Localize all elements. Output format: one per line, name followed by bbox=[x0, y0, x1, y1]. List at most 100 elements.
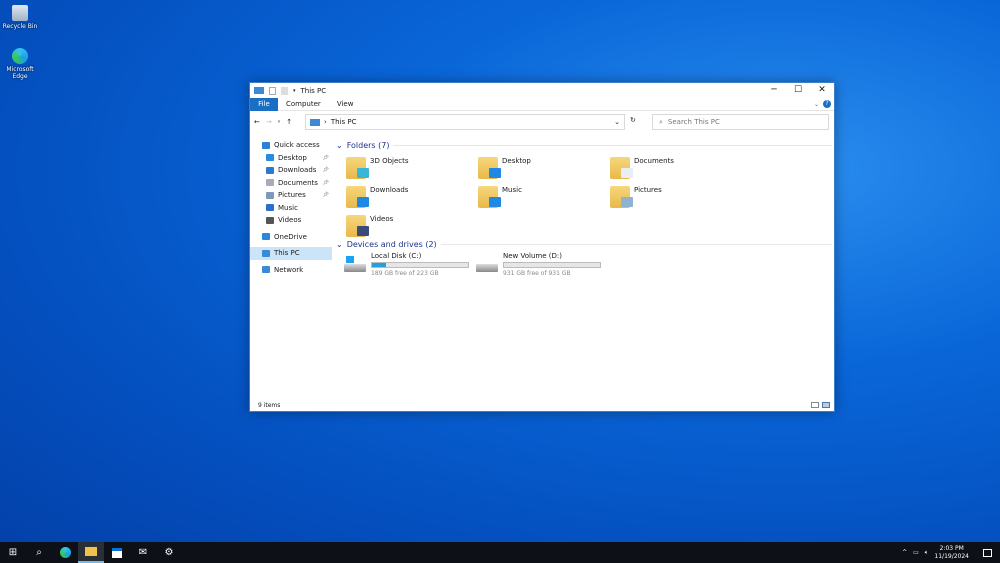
nav-item-label: Quick access bbox=[274, 141, 320, 150]
up-button[interactable]: ↑ bbox=[286, 118, 292, 126]
folder-icon bbox=[346, 215, 369, 237]
maximize-button[interactable]: ☐ bbox=[786, 83, 810, 98]
desktop-icon-edge[interactable]: Microsoft Edge bbox=[0, 48, 40, 80]
nav-item-network[interactable]: Network bbox=[250, 264, 332, 277]
tab-view[interactable]: View bbox=[329, 98, 362, 111]
navigation-pane: Quick access Desktop 📌︎ Downloads 📌︎ Document… bbox=[250, 139, 332, 401]
nav-item-music[interactable]: Music bbox=[250, 202, 332, 215]
customize-qat-icon[interactable]: ▾ bbox=[293, 88, 296, 94]
pin-icon[interactable]: 📌︎ bbox=[323, 155, 329, 161]
minimize-button[interactable]: ─ bbox=[762, 83, 786, 98]
help-icon[interactable]: ? bbox=[823, 100, 831, 108]
hard-drive-icon bbox=[476, 256, 498, 272]
address-bar[interactable]: › This PC ⌄ bbox=[305, 114, 625, 130]
folder-music[interactable]: Music bbox=[478, 186, 608, 208]
nav-item-desktop[interactable]: Desktop 📌︎ bbox=[250, 152, 332, 165]
clock[interactable]: 2:03 PM 11/19/2024 bbox=[934, 545, 969, 561]
folder-label: Pictures bbox=[634, 186, 662, 194]
clock-date: 11/19/2024 bbox=[934, 552, 969, 560]
tab-file[interactable]: File bbox=[250, 97, 278, 111]
folder-label: Videos bbox=[370, 215, 394, 223]
nav-item-documents[interactable]: Documents 📌︎ bbox=[250, 177, 332, 190]
store-taskbar-button[interactable] bbox=[104, 542, 130, 563]
drive-label: New Volume (D:) bbox=[503, 252, 562, 260]
tab-computer[interactable]: Computer bbox=[278, 98, 329, 111]
this-pc-icon bbox=[254, 87, 264, 94]
folder-label: Desktop bbox=[502, 157, 531, 165]
volume-icon[interactable]: 🔈︎ bbox=[925, 549, 929, 557]
mail-taskbar-button[interactable]: ✉ bbox=[130, 542, 156, 563]
search-button[interactable]: ⌕ bbox=[26, 542, 52, 563]
address-dropdown-icon[interactable]: ⌄ bbox=[614, 118, 620, 126]
nav-item-label: Videos bbox=[278, 216, 302, 225]
folder-documents[interactable]: Documents bbox=[610, 157, 740, 179]
pin-icon[interactable]: 📌︎ bbox=[323, 180, 329, 186]
folder-label: Documents bbox=[634, 157, 674, 165]
expand-ribbon-icon[interactable]: ⌄ bbox=[814, 101, 819, 108]
ribbon-tabs: File Computer View ⌄ ? bbox=[250, 97, 834, 111]
collapse-icon: ⌄ bbox=[336, 239, 343, 249]
folder-icon bbox=[478, 186, 501, 208]
action-center-icon[interactable] bbox=[983, 548, 992, 557]
close-button[interactable]: ✕ bbox=[810, 83, 834, 98]
nav-item-label: This PC bbox=[274, 249, 300, 258]
nav-item-this-pc[interactable]: This PC bbox=[250, 247, 332, 260]
nav-item-label: Documents bbox=[278, 178, 318, 187]
file-explorer-window: ▾ This PC ─ ☐ ✕ File Computer View ⌄ ? ←… bbox=[249, 82, 835, 412]
drive-c[interactable]: Local Disk (C:) 189 GB free of 223 GB bbox=[344, 252, 469, 277]
recent-locations-icon[interactable]: ▾ bbox=[278, 119, 281, 125]
folder-icon bbox=[610, 186, 633, 208]
nav-item-videos[interactable]: Videos bbox=[250, 214, 332, 227]
music-icon bbox=[266, 204, 274, 212]
folder-icon bbox=[346, 186, 369, 208]
nav-item-label: OneDrive bbox=[274, 232, 307, 241]
this-pc-icon bbox=[310, 118, 320, 126]
start-button[interactable]: ⊞ bbox=[0, 542, 26, 563]
folders-section-header[interactable]: ⌄ Folders (7) bbox=[336, 139, 832, 151]
folder-icon bbox=[85, 547, 97, 556]
folder-videos[interactable]: Videos bbox=[346, 215, 476, 237]
nav-item-quick-access[interactable]: Quick access bbox=[250, 139, 332, 152]
quick-access-icon bbox=[262, 141, 270, 149]
folder-pictures[interactable]: Pictures bbox=[610, 186, 740, 208]
nav-item-label: Desktop bbox=[278, 153, 307, 162]
drive-d[interactable]: New Volume (D:) 931 GB free of 931 GB bbox=[476, 252, 601, 277]
show-hidden-icons-icon[interactable]: ^ bbox=[902, 549, 907, 556]
edge-icon bbox=[12, 48, 28, 64]
folder-icon bbox=[346, 157, 369, 179]
nav-item-downloads[interactable]: Downloads 📌︎ bbox=[250, 164, 332, 177]
properties-icon[interactable] bbox=[269, 86, 276, 95]
drive-usage-bar bbox=[371, 262, 469, 268]
settings-taskbar-button[interactable]: ⚙ bbox=[156, 542, 182, 563]
network-icon[interactable]: ▭ bbox=[913, 549, 919, 556]
folder-label: 3D Objects bbox=[370, 157, 409, 165]
folder-3d-objects[interactable]: 3D Objects bbox=[346, 157, 476, 179]
desktop-icon bbox=[266, 154, 274, 162]
pin-icon[interactable]: 📌︎ bbox=[323, 167, 329, 173]
nav-item-onedrive[interactable]: OneDrive bbox=[250, 231, 332, 244]
details-view-button[interactable] bbox=[811, 402, 819, 408]
file-explorer-taskbar-button[interactable] bbox=[78, 542, 104, 563]
breadcrumb-this-pc[interactable]: This PC bbox=[331, 118, 357, 126]
new-folder-icon[interactable] bbox=[281, 86, 288, 95]
search-input[interactable]: ⌕ Search This PC bbox=[652, 114, 829, 130]
nav-item-pictures[interactable]: Pictures 📌︎ bbox=[250, 189, 332, 202]
pin-icon[interactable]: 📌︎ bbox=[323, 192, 329, 198]
back-button[interactable]: ← bbox=[254, 118, 260, 126]
drive-usage-bar bbox=[503, 262, 601, 268]
search-icon: ⌕ bbox=[659, 117, 663, 126]
edge-taskbar-button[interactable] bbox=[52, 542, 78, 563]
content-area: ⌄ Folders (7) 3D Objects Desktop Documents D… bbox=[336, 139, 832, 401]
forward-button[interactable]: → bbox=[266, 118, 272, 126]
folder-icon bbox=[610, 157, 633, 179]
navigation-bar: ← → ▾ ↑ › This PC ⌄ ↻ ⌕ Search This PC bbox=[250, 111, 834, 133]
drives-section-header[interactable]: ⌄ Devices and drives (2) bbox=[336, 238, 832, 250]
folder-downloads[interactable]: Downloads bbox=[346, 186, 476, 208]
documents-icon bbox=[266, 179, 274, 187]
folder-desktop[interactable]: Desktop bbox=[478, 157, 608, 179]
recycle-bin-icon bbox=[12, 5, 28, 21]
refresh-button[interactable]: ↻ bbox=[630, 116, 636, 124]
desktop-icon-recycle-bin[interactable]: Recycle Bin bbox=[0, 5, 40, 30]
nav-item-label: Downloads bbox=[278, 166, 317, 175]
large-icons-view-button[interactable] bbox=[822, 402, 830, 408]
